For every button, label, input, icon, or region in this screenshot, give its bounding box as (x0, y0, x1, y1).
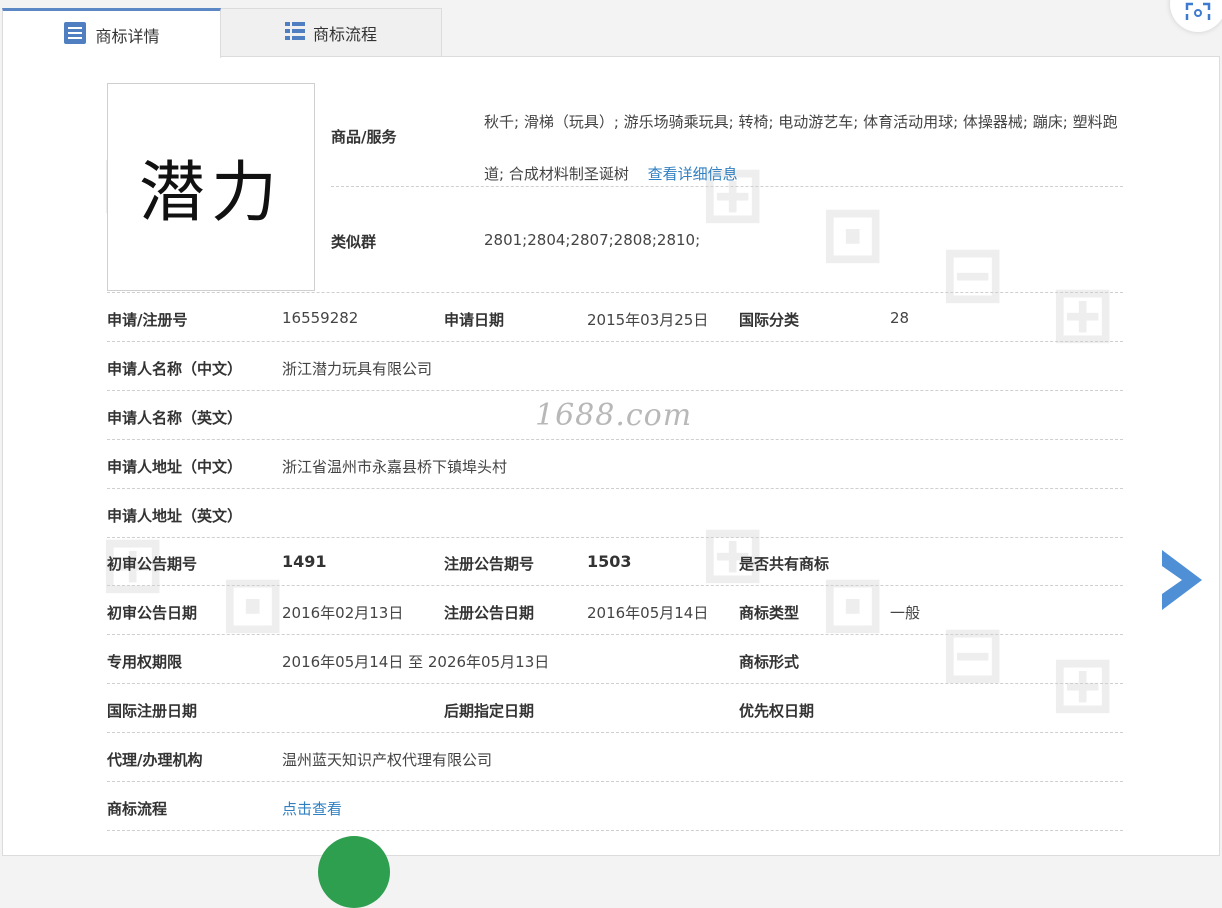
divider (107, 634, 1123, 635)
tab-trademark-flow[interactable]: 商标流程 (221, 8, 442, 57)
priority-date-label: 优先权日期 (739, 702, 815, 720)
trademark-logo-text: 潜力 (139, 154, 283, 231)
divider (107, 781, 1123, 782)
tab-bar: 商标详情 商标流程 (2, 8, 1220, 58)
agent-label: 代理/办理机构 (107, 751, 203, 769)
divider (107, 732, 1123, 733)
divider (107, 830, 1123, 831)
mark-type-value: 一般 (890, 604, 921, 622)
divider (331, 186, 1123, 187)
shared-mark-label: 是否共有商标 (739, 555, 830, 573)
applicant-cn-value: 浙江潜力玩具有限公司 (282, 360, 433, 378)
tab-label: 商标流程 (312, 25, 377, 44)
apply-date-value: 2015年03月25日 (587, 311, 709, 329)
prelim-date-value: 2016年02月13日 (282, 604, 404, 622)
goods-value: 秋千; 滑梯（玩具）; 游乐场骑乘玩具; 转椅; 电动游艺车; 体育活动用球; … (484, 96, 1120, 200)
next-arrow-button[interactable] (1160, 548, 1204, 612)
term-value: 2016年05月14日 至 2026年05月13日 (282, 653, 550, 671)
divider (107, 390, 1123, 391)
divider (107, 292, 1123, 293)
intl-class-label: 国际分类 (739, 311, 800, 329)
scan-icon (1185, 2, 1211, 20)
mark-type-label: 商标类型 (739, 604, 800, 622)
floating-badge[interactable] (318, 836, 390, 908)
divider (107, 439, 1123, 440)
reg-ann-no-value: 1503 (587, 552, 632, 571)
goods-label: 商品/服务 (331, 128, 397, 146)
address-cn-label: 申请人地址（中文） (107, 458, 243, 476)
divider (107, 683, 1123, 684)
list-grid-icon (284, 21, 305, 45)
goods-text: 秋千; 滑梯（玩具）; 游乐场骑乘玩具; 转椅; 电动游艺车; 体育活动用球; … (484, 113, 1118, 183)
flow-label: 商标流程 (107, 800, 168, 818)
agent-value: 温州蓝天知识产权代理有限公司 (282, 751, 493, 769)
divider (107, 585, 1123, 586)
tab-trademark-detail[interactable]: 商标详情 (2, 8, 221, 58)
apply-date-label: 申请日期 (444, 311, 505, 329)
view-flow-link[interactable]: 点击查看 (282, 798, 342, 819)
similar-group-value: 2801;2804;2807;2808;2810; (484, 231, 701, 249)
watermark-site: 1688.com (535, 398, 693, 433)
mark-form-label: 商标形式 (739, 653, 800, 671)
later-designation-label: 后期指定日期 (444, 702, 535, 720)
divider (107, 341, 1123, 342)
intl-reg-date-label: 国际注册日期 (107, 702, 198, 720)
address-en-label: 申请人地址（英文） (107, 507, 243, 525)
applicant-en-label: 申请人名称（英文） (107, 409, 243, 427)
address-cn-value: 浙江省温州市永嘉县桥下镇埠头村 (282, 458, 508, 476)
reg-ann-date-value: 2016年05月14日 (587, 604, 709, 622)
reg-no-label: 申请/注册号 (107, 311, 188, 329)
intl-class-value: 28 (890, 309, 910, 327)
prelim-date-label: 初审公告日期 (107, 604, 198, 622)
chevron-right-icon (1162, 550, 1202, 610)
term-label: 专用权期限 (107, 653, 183, 671)
document-list-icon (63, 21, 87, 49)
tab-label: 商标详情 (95, 26, 160, 46)
prelim-no-label: 初审公告期号 (107, 555, 198, 573)
divider (107, 488, 1123, 489)
view-detail-link[interactable]: 查看详细信息 (648, 165, 738, 183)
trademark-image: 潜力 (107, 83, 315, 291)
prelim-no-value: 1491 (282, 552, 327, 571)
reg-ann-date-label: 注册公告日期 (444, 604, 535, 622)
divider (107, 537, 1123, 538)
reg-ann-no-label: 注册公告期号 (444, 555, 535, 573)
reg-no-value: 16559282 (282, 309, 359, 327)
similar-group-label: 类似群 (331, 233, 377, 251)
applicant-cn-label: 申请人名称（中文） (107, 360, 243, 378)
